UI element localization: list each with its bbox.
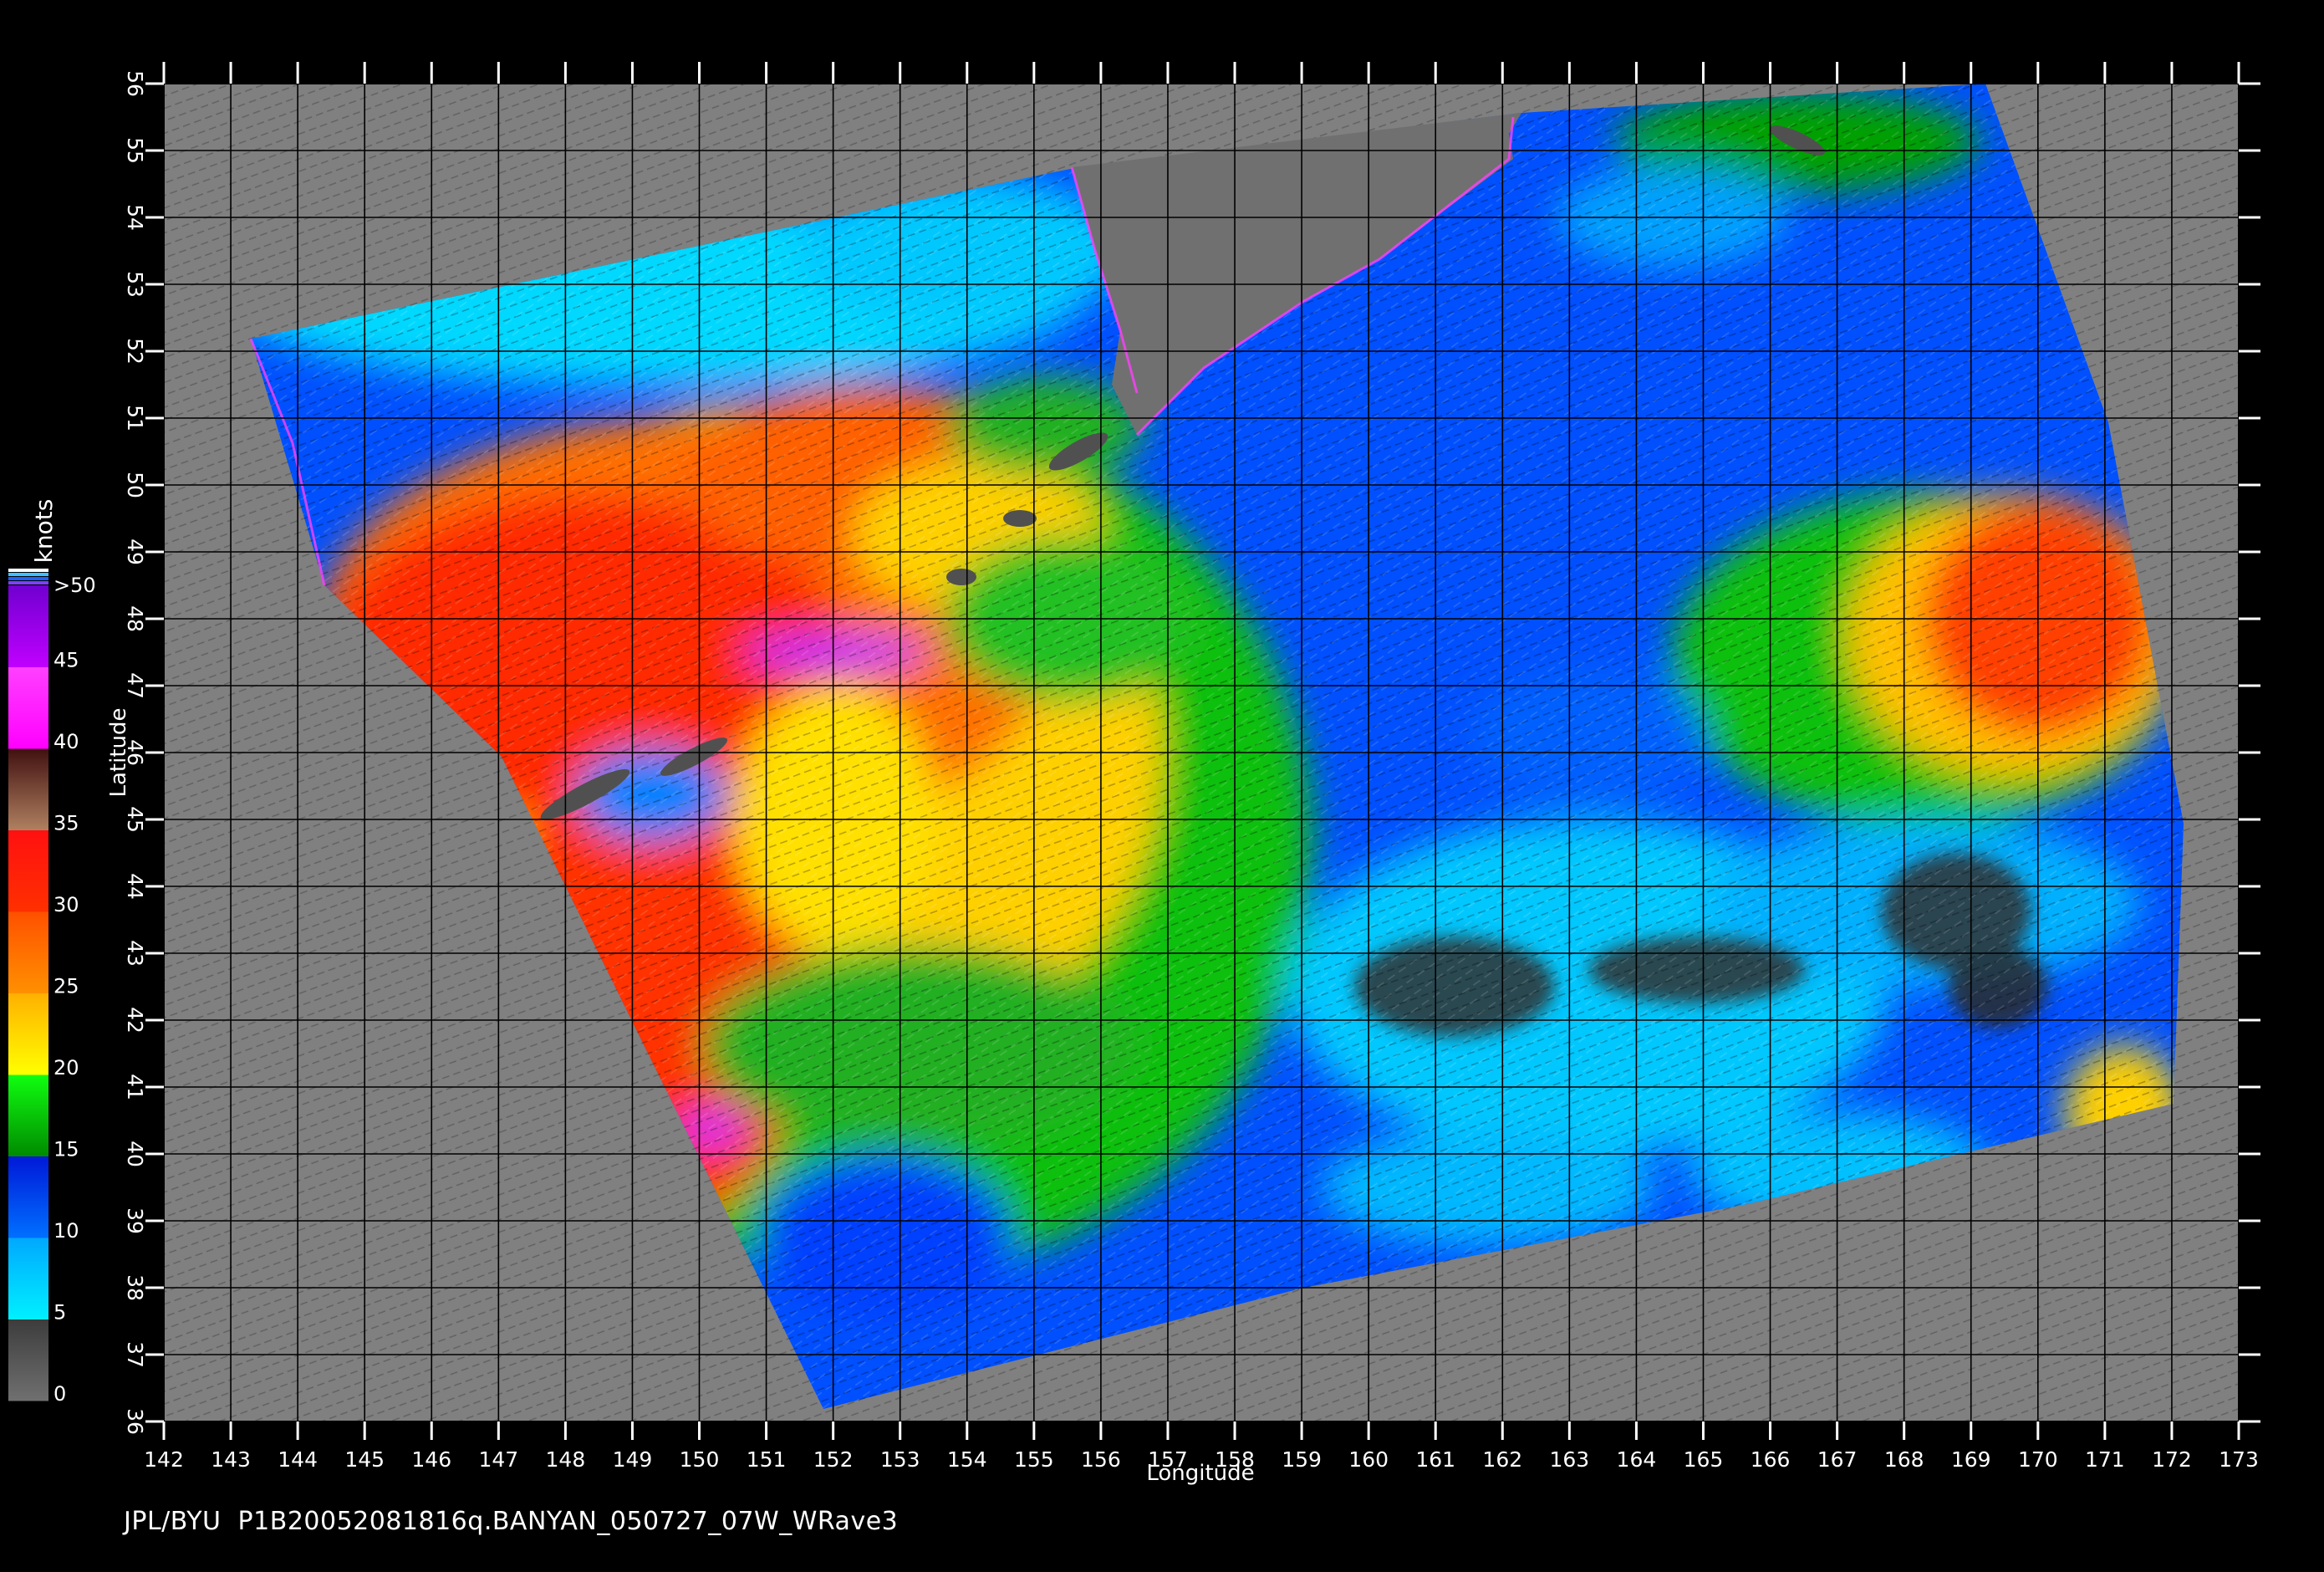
lon-tick-label: 161 (1415, 1447, 1455, 1472)
colorbar-tick-label: 45 (54, 649, 79, 672)
lat-lon-grid (163, 83, 2240, 1422)
colorbar-cap (8, 569, 48, 572)
colorbar-tick-label: 20 (54, 1056, 79, 1079)
lat-tick-label: 51 (123, 405, 147, 431)
lon-tick-label: 172 (2152, 1447, 2192, 1472)
lon-tick-label: 169 (1951, 1447, 1991, 1472)
lon-tick-label: 144 (278, 1447, 318, 1472)
wind-map: 142 143 144 145 146 147 148 149 150 151 152 153 154 1… (8, 62, 2260, 1486)
colorbar-cap (8, 577, 48, 580)
lat-tick-label: 42 (123, 1007, 147, 1034)
lat-tick-label: 41 (123, 1074, 147, 1100)
lat-tick-label: 38 (123, 1274, 147, 1301)
lat-tick-label: 39 (123, 1207, 147, 1234)
lon-tick-label: 146 (411, 1447, 451, 1472)
colorbar-tick-label: 30 (54, 893, 79, 916)
lon-tick-label: 151 (747, 1447, 787, 1472)
lat-tick-label: 52 (123, 338, 147, 365)
lon-tick-label: 148 (546, 1447, 586, 1472)
lon-tick-label: 149 (613, 1447, 653, 1472)
lon-tick-label: 160 (1348, 1447, 1389, 1472)
colorbar-band (8, 1156, 48, 1238)
colorbar-band (8, 1074, 48, 1156)
lon-tick-label: 165 (1684, 1447, 1724, 1472)
colorbar-band (8, 829, 48, 912)
lon-tick-label: 156 (1081, 1447, 1121, 1472)
colorbar-band (8, 1319, 48, 1401)
lat-tick-label: 47 (123, 672, 147, 699)
colorbar-cap (8, 581, 48, 584)
lon-tick-label: 143 (211, 1447, 251, 1472)
lon-tick-label: 142 (144, 1447, 184, 1472)
lat-tick-label: 43 (123, 940, 147, 967)
colorbar-tick-label: 5 (54, 1301, 66, 1324)
colorbar: 0 5 10 15 20 25 30 35 40 45 >50 (8, 569, 96, 1406)
lat-tick-label: 53 (123, 271, 147, 298)
lat-tick-label: 44 (123, 873, 147, 900)
lon-tick-label: 145 (344, 1447, 385, 1472)
y-axis-title: Latitude (106, 707, 131, 797)
lon-tick-label: 171 (2085, 1447, 2125, 1472)
colorbar-tick-label: 25 (54, 975, 79, 998)
colorbar-tick-label: 0 (54, 1382, 66, 1406)
x-axis-title: Longitude (1146, 1461, 1254, 1486)
colorbar-band (8, 666, 48, 749)
colorbar-band (8, 1238, 48, 1319)
lat-tick-label: 36 (123, 1408, 147, 1435)
lon-tick-label: 168 (1884, 1447, 1924, 1472)
lon-tick-label: 170 (2018, 1447, 2058, 1472)
colorbar-tick-label: 15 (54, 1138, 79, 1161)
lon-tick-label: 173 (2219, 1447, 2259, 1472)
lon-tick-label: 164 (1617, 1447, 1657, 1472)
lon-tick-label: 162 (1482, 1447, 1522, 1472)
lat-tick-label: 37 (123, 1341, 147, 1368)
colorbar-band (8, 748, 48, 830)
lat-tick-label: 56 (123, 70, 147, 97)
lat-tick-label: 55 (123, 137, 147, 164)
colorbar-band (8, 993, 48, 1075)
colorbar-cap (8, 573, 48, 576)
colorbar-unit: knots (30, 499, 58, 564)
lon-tick-label: 154 (947, 1447, 987, 1472)
lon-tick-label: 150 (680, 1447, 720, 1472)
lon-tick-label: 153 (880, 1447, 920, 1472)
colorbar-tick-label: 10 (54, 1219, 79, 1243)
lat-tick-label: 40 (123, 1141, 147, 1167)
lat-tick-label: 45 (123, 806, 147, 833)
lat-tick-label: 49 (123, 538, 147, 565)
lon-tick-label: 167 (1817, 1447, 1858, 1472)
lat-tick-label: 54 (123, 204, 147, 231)
lon-tick-label: 155 (1014, 1447, 1054, 1472)
colorbar-tick-label: 35 (54, 812, 79, 835)
lon-tick-label: 152 (813, 1447, 854, 1472)
lon-tick-label: 166 (1751, 1447, 1791, 1472)
colorbar-band (8, 585, 48, 667)
lat-tick-label: 50 (123, 472, 147, 498)
lat-tick-label: 48 (123, 605, 147, 632)
lon-tick-label: 159 (1282, 1447, 1322, 1472)
colorbar-tick-label: >50 (54, 574, 96, 597)
footer-caption: JPL/BYU P1B20052081816q.BANYAN_050727_07… (124, 1507, 899, 1536)
lon-tick-label: 147 (478, 1447, 518, 1472)
lon-tick-label: 163 (1549, 1447, 1589, 1472)
colorbar-tick-label: 40 (54, 730, 79, 753)
colorbar-band (8, 911, 48, 993)
